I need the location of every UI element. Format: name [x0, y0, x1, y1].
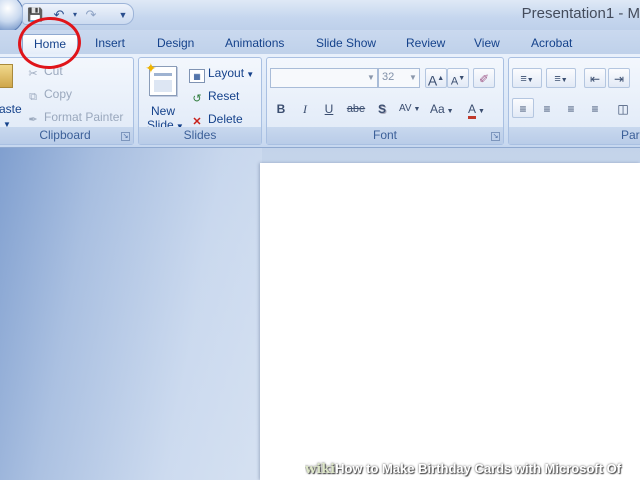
slides-group-label: Slides	[139, 127, 261, 144]
increase-indent-button[interactable]: ⇥	[608, 68, 630, 88]
layout-icon: ▦	[189, 69, 205, 83]
wikihow-watermark: wikiHow to Make Birthday Cards with Micr…	[305, 458, 640, 480]
tab-review[interactable]: Review	[406, 34, 445, 54]
align-center-button[interactable]: ≡	[536, 98, 558, 118]
paragraph-group-label: Par	[509, 127, 640, 144]
decrease-indent-button[interactable]: ⇤	[584, 68, 606, 88]
slide-canvas[interactable]	[260, 163, 640, 480]
watermark-text: How to Make Birthday Cards with Microsof…	[335, 461, 622, 476]
change-case-label: Aa	[430, 102, 445, 116]
tab-acrobat[interactable]: Acrobat	[531, 34, 572, 54]
slides-pane-background	[0, 148, 262, 480]
customize-icon[interactable]: ▼	[115, 7, 131, 23]
chevron-down-icon: ▼	[476, 108, 485, 115]
bullets-button[interactable]: ≡▼	[512, 68, 542, 88]
align-center-icon: ≡	[543, 102, 551, 116]
tab-animations[interactable]: Animations	[225, 34, 284, 54]
font-launcher-icon[interactable]: ↘	[491, 132, 500, 141]
watermark-wiki: wiki	[305, 462, 336, 477]
delete-label: Delete	[208, 112, 243, 126]
tab-slide-show[interactable]: Slide Show	[316, 34, 376, 54]
reset-button[interactable]: ↺ Reset	[189, 87, 239, 105]
justify-icon: ≡	[591, 102, 599, 116]
office-button[interactable]	[0, 0, 24, 34]
new-slide-sparkle-icon: ✦	[145, 60, 157, 76]
copy-label: Copy	[44, 87, 73, 101]
font-size-combo[interactable]: 32 ▼	[378, 68, 420, 88]
decrease-indent-icon: ⇤	[589, 72, 601, 86]
numbering-button[interactable]: ≡▼	[546, 68, 576, 88]
clipboard-group-label: Clipboard	[0, 127, 133, 144]
delete-button[interactable]: ✕ Delete	[189, 110, 243, 128]
align-left-button[interactable]: ≡	[512, 98, 534, 118]
ribbon: aste ▼ ✂ Cut ⧉ Copy ✒ Format Painter Clipbo…	[0, 54, 640, 148]
chevron-down-icon: ▼	[560, 77, 568, 84]
chevron-down-icon: ▼	[409, 73, 417, 82]
tab-view[interactable]: View	[474, 34, 500, 54]
layout-label: Layout	[208, 66, 245, 80]
slides-group: ✦ New Slide ▼ ▦Layout ▼ ↺Reset ✕Delete S…	[138, 57, 262, 145]
format-painter-button[interactable]: ✒ Format Painter	[25, 108, 123, 126]
character-spacing-button[interactable]: AV ▼	[395, 98, 425, 118]
undo-dropdown-icon[interactable]: ▾	[67, 7, 83, 23]
align-right-button[interactable]: ≡	[560, 98, 582, 118]
justify-button[interactable]: ≡	[584, 98, 606, 118]
grow-font-button[interactable]: A▲	[425, 68, 447, 89]
scissors-icon: ✂	[28, 68, 38, 80]
columns-icon: ◫	[617, 102, 629, 116]
window-title: Presentation1 - M	[521, 5, 640, 22]
copy-button[interactable]: ⧉ Copy	[25, 85, 72, 103]
character-spacing-label: AV	[399, 103, 412, 114]
format-painter-label: Format Painter	[44, 110, 124, 124]
chevron-down-icon: ▼	[526, 77, 534, 84]
change-case-button[interactable]: Aa ▼	[427, 98, 459, 118]
strikethrough-button[interactable]: abe	[343, 98, 369, 118]
font-color-button[interactable]: A ▼	[463, 98, 495, 119]
ribbon-tabs: Home Insert Design Animations Slide Show…	[0, 30, 640, 54]
redo-icon[interactable]: ↷	[83, 7, 99, 23]
reset-label: Reset	[208, 89, 240, 103]
font-group: ▼ 32 ▼ A▲ A▼ ✐ B I U abe S AV ▼ Aa ▼ A ▼…	[266, 57, 504, 145]
eraser-icon: ✐	[478, 72, 490, 86]
chevron-down-icon: ▼	[444, 108, 454, 115]
clear-formatting-button[interactable]: ✐	[473, 68, 495, 88]
title-bar: 💾 ↶ ▾ ↷ ▼ Presentation1 - M	[0, 0, 640, 34]
grow-font-label: A	[427, 72, 438, 89]
font-name-combo[interactable]: ▼	[270, 68, 378, 88]
chevron-down-icon: ▼	[367, 73, 375, 82]
layout-button[interactable]: ▦ Layout ▼	[189, 64, 255, 83]
brush-icon: ✒	[28, 114, 38, 126]
underline-button[interactable]: U	[318, 98, 340, 118]
clipboard-group: aste ▼ ✂ Cut ⧉ Copy ✒ Format Painter Clipbo…	[0, 57, 134, 145]
font-group-label: Font	[267, 127, 503, 144]
italic-button[interactable]: I	[294, 98, 316, 118]
font-color-label: A	[468, 102, 477, 119]
font-size-value: 32	[382, 71, 395, 83]
reset-icon: ↺	[192, 93, 202, 105]
tab-design[interactable]: Design	[157, 34, 194, 54]
tab-insert[interactable]: Insert	[95, 34, 125, 54]
columns-button[interactable]: ◫	[612, 98, 634, 118]
paragraph-group: ≡▼ ≡▼ ⇤ ⇥ ≡ ≡ ≡ ≡ ◫ Par	[508, 57, 640, 145]
chevron-down-icon: ▼	[411, 106, 421, 113]
copy-icon: ⧉	[29, 91, 37, 103]
shrink-font-button[interactable]: A▼	[447, 68, 469, 88]
chevron-down-icon: ▼	[244, 70, 255, 79]
bold-button[interactable]: B	[270, 98, 292, 118]
clipboard-launcher-icon[interactable]: ↘	[121, 132, 130, 141]
shadow-button[interactable]: S	[371, 98, 393, 118]
paste-icon[interactable]	[0, 64, 13, 88]
align-left-icon: ≡	[519, 102, 527, 116]
align-right-icon: ≡	[567, 102, 575, 116]
increase-indent-icon: ⇥	[613, 72, 625, 86]
